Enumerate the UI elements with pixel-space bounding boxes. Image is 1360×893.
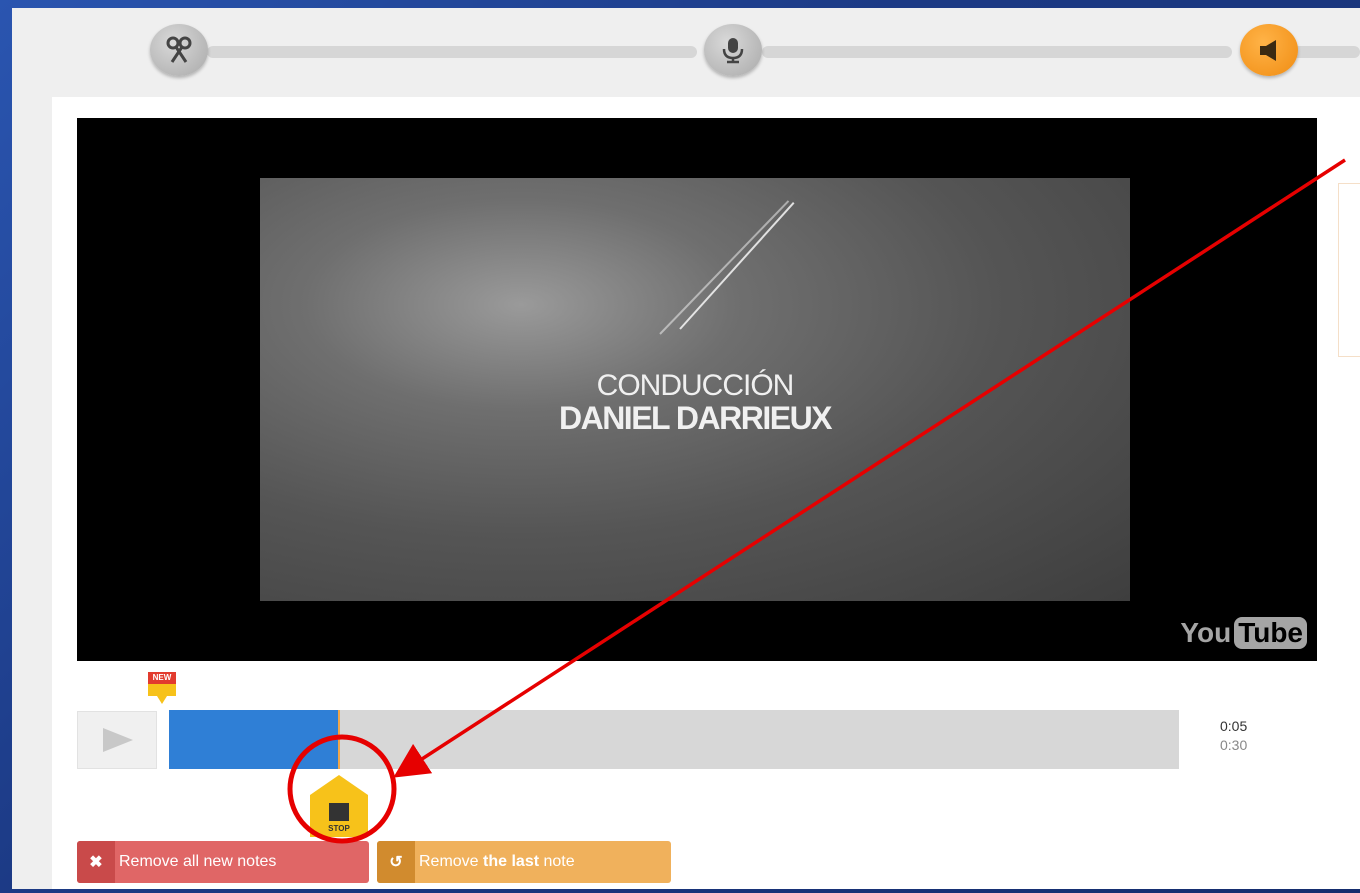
remove-last-bold: the last	[483, 853, 540, 870]
video-caption: CONDUCCIÓN DANIEL DARRIEUX	[260, 369, 1130, 436]
timeline-track[interactable]	[169, 710, 1179, 769]
remove-last-note-button[interactable]: ↺ Remove the last note	[377, 841, 671, 883]
stop-button[interactable]: STOP	[310, 775, 368, 837]
video-frame: CONDUCCIÓN DANIEL DARRIEUX	[260, 178, 1130, 601]
remove-all-notes-button[interactable]: ✖ Remove all new notes	[77, 841, 369, 883]
speaker-icon	[148, 684, 176, 696]
video-player[interactable]: CONDUCCIÓN DANIEL DARRIEUX You Tube	[77, 118, 1317, 661]
stop-icon	[329, 803, 349, 821]
microphone-icon	[722, 38, 744, 64]
step-progress-bar	[12, 8, 1360, 98]
scissors-icon	[166, 36, 192, 63]
youtube-logo-tube: Tube	[1234, 617, 1307, 649]
timeline-progress	[169, 710, 338, 769]
current-time: 0:05	[1220, 718, 1248, 734]
step-listen-button[interactable]	[1240, 24, 1298, 76]
app-window: CONDUCCIÓN DANIEL DARRIEUX You Tube NEW	[12, 8, 1360, 889]
speaker-icon	[1260, 40, 1276, 61]
light-streak	[659, 200, 790, 335]
step-record-button[interactable]	[704, 24, 762, 76]
stop-label: STOP	[328, 824, 350, 833]
play-icon	[103, 728, 133, 752]
youtube-logo[interactable]: You Tube	[1180, 617, 1307, 649]
step-connector	[1292, 46, 1360, 58]
playhead[interactable]	[337, 710, 340, 769]
total-time: 0:30	[1220, 737, 1248, 753]
stop-button-body: STOP	[310, 795, 368, 837]
light-streak	[679, 201, 795, 330]
undo-icon: ↺	[377, 841, 415, 883]
step-connector	[762, 46, 1232, 58]
caption-line-2: DANIEL DARRIEUX	[558, 400, 833, 436]
side-panel	[1338, 183, 1360, 357]
new-badge: NEW	[148, 672, 176, 684]
remove-all-label: Remove all new notes	[119, 853, 277, 870]
play-button[interactable]	[77, 711, 157, 769]
remove-last-suffix: note	[539, 853, 575, 870]
step-cut-button[interactable]	[150, 24, 208, 76]
remove-last-label: Remove the last note	[415, 853, 583, 871]
new-note-marker[interactable]: NEW	[148, 672, 176, 704]
caption-line-1: CONDUCCIÓN	[596, 369, 795, 402]
stop-button-roof	[310, 775, 368, 795]
remove-last-prefix: Remove	[419, 853, 484, 870]
step-connector	[207, 46, 697, 58]
close-icon: ✖	[77, 841, 115, 883]
youtube-logo-you: You	[1180, 617, 1232, 648]
marker-pointer	[157, 696, 167, 704]
editor-panel: CONDUCCIÓN DANIEL DARRIEUX You Tube NEW	[52, 97, 1360, 889]
